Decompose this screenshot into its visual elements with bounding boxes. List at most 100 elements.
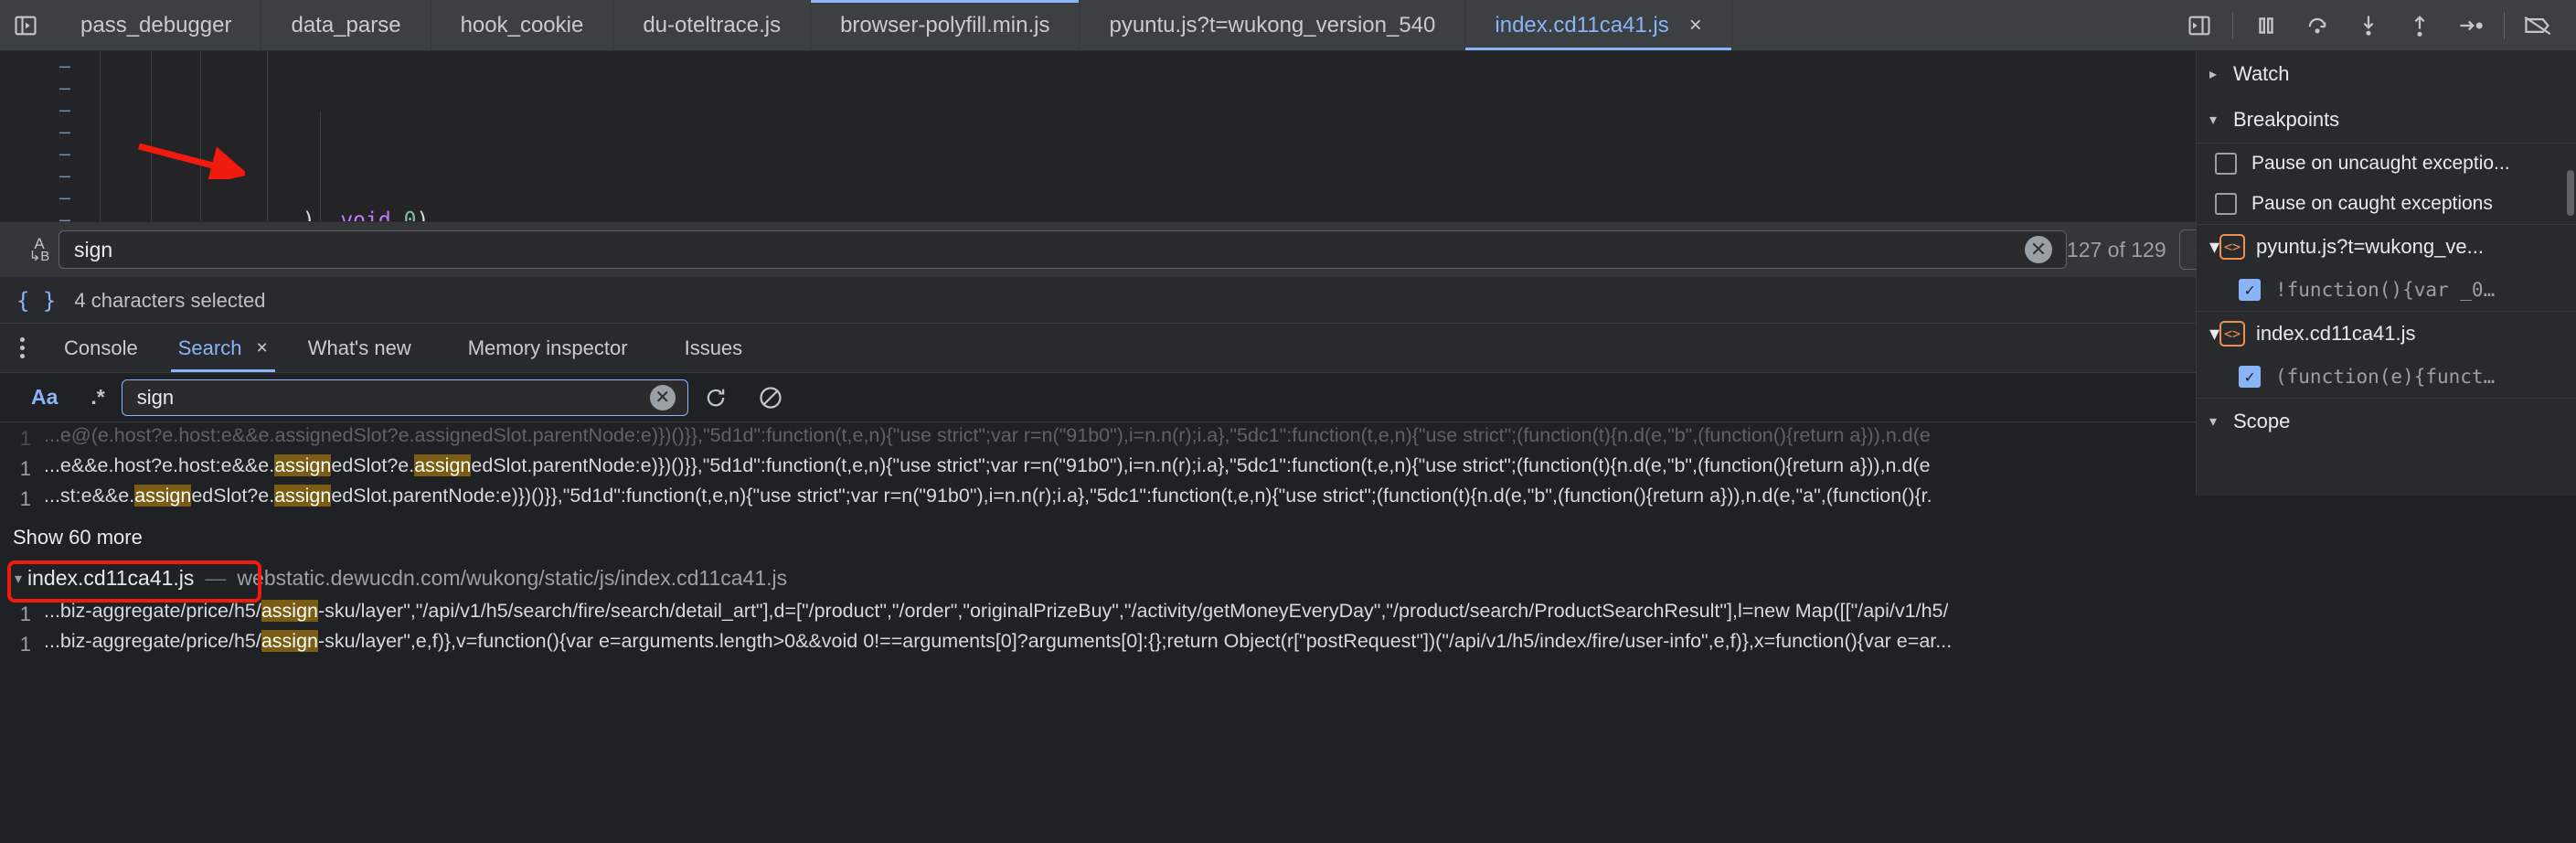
source-tab-index-cd11ca41[interactable]: index.cd11ca41.js × bbox=[1465, 0, 1732, 50]
drawer-tab-label: Search bbox=[177, 336, 242, 359]
find-input[interactable] bbox=[59, 230, 2067, 269]
breakpoint-file-index[interactable]: ▾ <> index.cd11ca41.js bbox=[2197, 312, 2576, 356]
refresh-icon[interactable] bbox=[688, 385, 743, 411]
source-tab-label: du-oteltrace.js bbox=[643, 12, 782, 37]
show-navigator-icon[interactable] bbox=[0, 0, 51, 50]
tab-memory-inspector[interactable]: Memory inspector bbox=[431, 324, 648, 372]
editor-fold-column-2 bbox=[152, 51, 201, 221]
source-tab-label: index.cd11ca41.js bbox=[1495, 12, 1669, 37]
breakpoint-file-name: index.cd11ca41.js bbox=[2256, 322, 2416, 345]
sources-tabbar: pass_debugger data_parse hook_cookie du-… bbox=[0, 0, 2576, 51]
search-result-row[interactable]: 1 ...e@(e.host?e.host:e&&e.assignedSlot?… bbox=[0, 422, 2576, 453]
search-result-row[interactable]: 1 ...st:e&&e.assignedSlot?e.assignedSlot… bbox=[0, 483, 2576, 513]
chevron-down-icon[interactable]: ▾ bbox=[2209, 235, 2219, 259]
panel-right-icon[interactable] bbox=[2174, 0, 2225, 51]
search-result-row[interactable]: 1 ...biz-aggregate/price/h5/assign-sku/l… bbox=[0, 598, 2576, 628]
js-file-icon: <> bbox=[2219, 234, 2246, 260]
source-tab-data-parse[interactable]: data_parse bbox=[261, 0, 431, 50]
gutter-line: – bbox=[59, 165, 70, 187]
breakpoint-file-pyuntu[interactable]: ▾ <> pyuntu.js?t=wukong_ve... bbox=[2197, 225, 2576, 269]
deactivate-breakpoints-icon[interactable] bbox=[2512, 0, 2563, 51]
search-match-case-toggle[interactable]: Aa bbox=[15, 385, 74, 410]
sidebar-section-breakpoints[interactable]: ▾ Breakpoints bbox=[2197, 97, 2576, 143]
step-into-icon[interactable] bbox=[2343, 0, 2394, 51]
search-result-row[interactable]: 1 ...e&&e.host?e.host:e&&e.assignedSlot?… bbox=[0, 453, 2576, 483]
chevron-down-icon[interactable]: ▾ bbox=[2209, 111, 2233, 129]
pretty-print-icon[interactable]: { } bbox=[16, 288, 56, 314]
close-icon[interactable]: × bbox=[256, 337, 267, 359]
js-file-icon: <> bbox=[2219, 321, 2246, 347]
result-file-name: index.cd11ca41.js bbox=[27, 566, 195, 590]
breakpoint-item[interactable]: ✓ !function(){var _0… bbox=[2197, 269, 2576, 311]
tab-search[interactable]: Search × bbox=[158, 324, 288, 372]
case-replace-icon[interactable]: A ↳B bbox=[20, 236, 59, 263]
breakpoint-file-name: pyuntu.js?t=wukong_ve... bbox=[2256, 235, 2484, 258]
source-tab-hook-cookie[interactable]: hook_cookie bbox=[431, 0, 614, 50]
chevron-down-icon[interactable]: ▾ bbox=[9, 570, 27, 588]
checkbox[interactable] bbox=[2215, 153, 2237, 175]
step-out-icon[interactable] bbox=[2394, 0, 2445, 51]
clear-results-icon[interactable] bbox=[743, 385, 798, 411]
debugger-controls bbox=[2174, 0, 2576, 50]
checkbox[interactable]: ✓ bbox=[2239, 366, 2261, 388]
source-tab-label: pass_debugger bbox=[80, 12, 232, 37]
result-text: ...e&&e.host?e.host:e&&e.assignedSlot?e.… bbox=[44, 454, 1931, 476]
pause-on-uncaught-exceptions-row[interactable]: Pause on uncaught exceptio... bbox=[2197, 144, 2576, 184]
breakpoint-code-label: !function(){var _0… bbox=[2275, 279, 2496, 301]
step-icon[interactable] bbox=[2445, 0, 2496, 51]
pause-option-label: Pause on uncaught exceptio... bbox=[2251, 153, 2510, 174]
source-tab-du-oteltrace[interactable]: du-oteltrace.js bbox=[613, 0, 812, 50]
gutter-line: – bbox=[59, 99, 70, 121]
tab-issues[interactable]: Issues bbox=[648, 324, 763, 372]
drawer-panel: Console Search × What's new Memory inspe… bbox=[0, 324, 2576, 843]
result-text: ...biz-aggregate/price/h5/assign-sku/lay… bbox=[44, 630, 1953, 652]
pause-option-label: Pause on caught exceptions bbox=[2251, 193, 2493, 214]
search-input[interactable] bbox=[121, 379, 688, 416]
checkbox[interactable]: ✓ bbox=[2239, 279, 2261, 301]
source-tab-browser-polyfill[interactable]: browser-polyfill.min.js bbox=[811, 0, 1080, 50]
sidebar-section-label: Scope bbox=[2233, 410, 2291, 432]
toolbar-divider bbox=[2504, 11, 2505, 39]
selection-status-text: 4 characters selected bbox=[74, 288, 266, 312]
result-text: ...st:e&&e.assignedSlot?e.assignedSlot.p… bbox=[44, 485, 1932, 507]
gutter-line: – bbox=[59, 55, 70, 77]
gutter-line: – bbox=[59, 77, 70, 99]
toolbar-divider bbox=[2232, 11, 2233, 39]
source-tab-label: pyuntu.js?t=wukong_version_540 bbox=[1109, 12, 1436, 37]
chevron-down-icon[interactable]: ▾ bbox=[2209, 412, 2233, 431]
chevron-right-icon[interactable]: ▸ bbox=[2209, 65, 2233, 83]
chevron-down-icon[interactable]: ▾ bbox=[2209, 322, 2219, 346]
search-result-row[interactable]: 1 ...biz-aggregate/price/h5/assign-sku/l… bbox=[0, 628, 2576, 658]
breakpoint-item[interactable]: ✓ (function(e){funct… bbox=[2197, 356, 2576, 398]
source-tab-pyuntu[interactable]: pyuntu.js?t=wukong_version_540 bbox=[1080, 0, 1466, 50]
tab-console[interactable]: Console bbox=[44, 324, 158, 372]
editor-gutter: – – – – – – – – – – bbox=[0, 51, 101, 221]
result-file-url: webstatic.dewucdn.com/wukong/static/js/i… bbox=[237, 566, 788, 590]
search-result-file-group[interactable]: ▾ index.cd11ca41.js — webstatic.dewucdn.… bbox=[0, 559, 2576, 603]
sidebar-section-watch[interactable]: ▸ Watch bbox=[2197, 51, 2576, 97]
clear-search-icon[interactable]: ✕ bbox=[649, 384, 676, 411]
tab-whats-new[interactable]: What's new bbox=[288, 324, 431, 372]
source-tab-label: browser-polyfill.min.js bbox=[840, 12, 1050, 37]
pause-icon[interactable] bbox=[2241, 0, 2292, 51]
step-over-icon[interactable] bbox=[2292, 0, 2343, 51]
checkbox[interactable] bbox=[2215, 193, 2237, 215]
gutter-line: – bbox=[59, 208, 70, 221]
pause-on-caught-exceptions-row[interactable]: Pause on caught exceptions bbox=[2197, 184, 2576, 224]
source-tab-label: hook_cookie bbox=[460, 12, 584, 37]
sidebar-scrollbar-thumb[interactable] bbox=[2567, 170, 2574, 216]
search-regex-toggle[interactable]: .* bbox=[74, 385, 121, 410]
search-results[interactable]: 1 ...e@(e.host?e.host:e&&e.assignedSlot?… bbox=[0, 422, 2576, 843]
drawer-tab-list: Console Search × What's new Memory inspe… bbox=[0, 324, 2576, 373]
kebab-menu-icon[interactable] bbox=[0, 324, 44, 372]
clear-find-icon[interactable]: ✕ bbox=[2024, 236, 2052, 263]
drawer-tab-label: What's new bbox=[307, 336, 411, 359]
sidebar-section-scope[interactable]: ▾ Scope bbox=[2197, 399, 2576, 444]
debugger-sidebar: ▸ Watch ▾ Breakpoints Pause on uncaught … bbox=[2196, 51, 2576, 496]
devtools-window: pass_debugger data_parse hook_cookie du-… bbox=[0, 0, 2576, 843]
source-tab-pass-debugger[interactable]: pass_debugger bbox=[51, 0, 262, 50]
show-more-button[interactable]: Show 60 more bbox=[0, 513, 2576, 559]
code-editor[interactable]: – – – – – – – – – – ), void 0), $.interc… bbox=[0, 51, 2576, 221]
search-toolbar: Aa .* ✕ bbox=[0, 373, 2576, 422]
close-icon[interactable]: × bbox=[1689, 14, 1702, 37]
